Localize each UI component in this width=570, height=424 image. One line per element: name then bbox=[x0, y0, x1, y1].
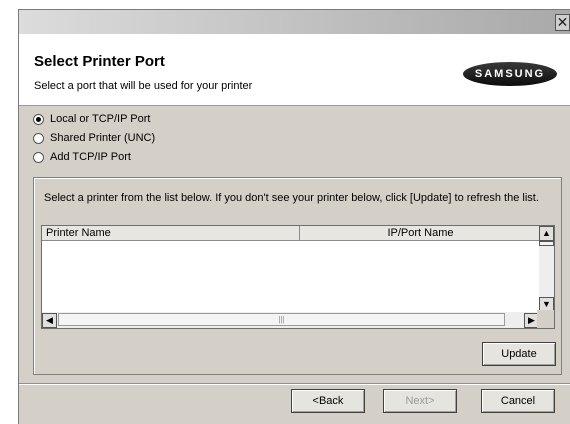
close-button[interactable]: ✕ bbox=[555, 14, 570, 31]
installer-dialog: ✕ Select Printer Port Select a port that… bbox=[18, 9, 570, 424]
next-button[interactable]: Next> bbox=[383, 389, 457, 413]
horizontal-scrollbar[interactable]: ◀ ||| ▶ bbox=[42, 312, 539, 328]
update-button[interactable]: Update bbox=[482, 342, 556, 366]
chevron-right-icon: ▶ bbox=[528, 315, 535, 325]
radio-add-tcpip[interactable]: Add TCP/IP Port bbox=[33, 149, 131, 165]
chevron-left-icon: ◀ bbox=[46, 315, 53, 325]
radio-local-tcpip[interactable]: Local or TCP/IP Port bbox=[33, 111, 150, 127]
close-icon: ✕ bbox=[556, 14, 569, 30]
radio-button-selected-icon[interactable] bbox=[33, 113, 44, 125]
scroll-up-button[interactable]: ▲ bbox=[539, 226, 554, 241]
instruction-text: Select a printer from the list below. If… bbox=[44, 192, 539, 204]
samsung-logo: SAMSUNG bbox=[463, 62, 557, 86]
page-subtitle: Select a port that will be used for your… bbox=[34, 80, 253, 92]
radio-label: Local or TCP/IP Port bbox=[50, 113, 151, 125]
cancel-button[interactable]: Cancel bbox=[481, 389, 555, 413]
title-bar: ✕ bbox=[19, 10, 570, 34]
chevron-up-icon: ▲ bbox=[542, 228, 551, 238]
radio-label: Add TCP/IP Port bbox=[50, 151, 131, 163]
scrollbar-corner bbox=[537, 310, 554, 328]
header-banner: Select Printer Port Select a port that w… bbox=[19, 34, 570, 106]
page-title: Select Printer Port bbox=[34, 53, 165, 70]
column-header-ip-port[interactable]: IP/Port Name bbox=[300, 226, 541, 241]
vertical-scroll-thumb[interactable] bbox=[539, 241, 554, 246]
horizontal-scroll-thumb[interactable]: ||| bbox=[58, 313, 505, 326]
grip-icon: ||| bbox=[278, 315, 285, 324]
chevron-down-icon: ▼ bbox=[542, 299, 551, 309]
printer-list[interactable]: Printer Name IP/Port Name ▲ ▼ ◀ ||| ▶ bbox=[41, 225, 555, 329]
radio-label: Shared Printer (UNC) bbox=[50, 132, 156, 144]
vertical-scrollbar[interactable]: ▲ ▼ bbox=[539, 226, 554, 312]
radio-button-icon[interactable] bbox=[33, 151, 44, 163]
column-header-printer-name[interactable]: Printer Name bbox=[42, 226, 300, 241]
footer-separator bbox=[19, 383, 570, 385]
printer-selection-group: Select a printer from the list below. If… bbox=[33, 177, 562, 375]
radio-shared-unc[interactable]: Shared Printer (UNC) bbox=[33, 130, 155, 146]
scroll-left-button[interactable]: ◀ bbox=[42, 313, 57, 328]
back-button[interactable]: <Back bbox=[291, 389, 365, 413]
radio-button-icon[interactable] bbox=[33, 132, 44, 144]
